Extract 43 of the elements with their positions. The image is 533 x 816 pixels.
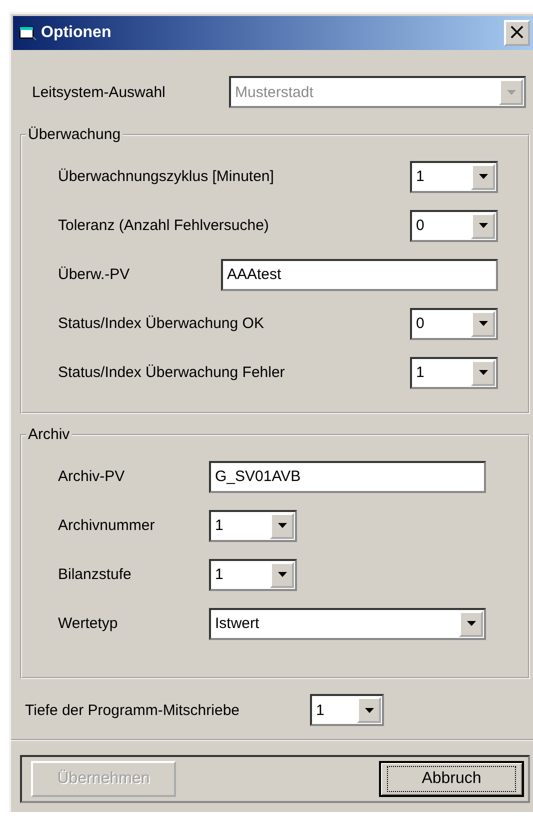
window-title: Optionen	[41, 24, 112, 42]
dropdown-field[interactable]: 1	[410, 356, 498, 388]
group-title: Überwachung	[26, 126, 123, 144]
dropdown-button[interactable]	[357, 697, 381, 723]
field-label: Wertetyp	[58, 615, 119, 632]
field-label: Toleranz (Anzahl Fehlversuche)	[58, 217, 269, 234]
text-field[interactable]: G_SV01AVB	[209, 460, 486, 492]
field-label: Bilanzstufe	[58, 566, 132, 583]
field-label: Archiv-PV	[58, 468, 126, 485]
caret-icon	[478, 370, 488, 375]
dropdown-field[interactable]: 1	[209, 558, 297, 590]
dropdown-field[interactable]: 0	[410, 210, 498, 242]
dropdown-field[interactable]: 0	[410, 308, 498, 340]
dropdown-button[interactable]	[471, 164, 495, 190]
caret-icon	[364, 708, 374, 712]
field-label: Überwachnungszyklus [Minuten]	[58, 168, 274, 185]
dropdown-field[interactable]: 1	[410, 160, 498, 192]
caret-icon	[506, 90, 516, 94]
dropdown-button[interactable]	[471, 310, 495, 336]
close-button[interactable]: ×	[504, 20, 530, 46]
dropdown-field[interactable]: 1	[209, 510, 297, 542]
caret-icon	[478, 321, 488, 326]
caret-icon	[466, 621, 476, 626]
field-label: Status/Index Überwachung Fehler	[58, 364, 285, 381]
caret-icon	[278, 572, 286, 577]
field-label: Tiefe der Programm-Mitschriebe	[25, 702, 241, 718]
window-icon	[19, 25, 37, 41]
dropdown-button[interactable]	[270, 512, 294, 538]
caret-icon	[278, 523, 286, 528]
field-label: Status/Index Überwachung OK	[58, 315, 264, 332]
dropdown-button[interactable]	[459, 610, 483, 636]
field-label: Leitsystem-Auswahl	[32, 84, 166, 100]
dropdown-field[interactable]: Istwert	[209, 608, 486, 640]
dropdown-button[interactable]	[471, 360, 495, 386]
text-field[interactable]: AAAtest	[221, 258, 498, 290]
dropdown-button[interactable]	[471, 212, 495, 238]
caret-icon	[478, 223, 488, 228]
caret-icon	[478, 174, 488, 179]
dropdown-field[interactable]: 1	[310, 694, 384, 726]
dropdown-button[interactable]	[270, 562, 294, 588]
field-label: Überw.-PV	[58, 266, 130, 283]
cancel-button[interactable]: Abbruch	[379, 761, 524, 797]
field-label: Archivnummer	[58, 517, 156, 534]
